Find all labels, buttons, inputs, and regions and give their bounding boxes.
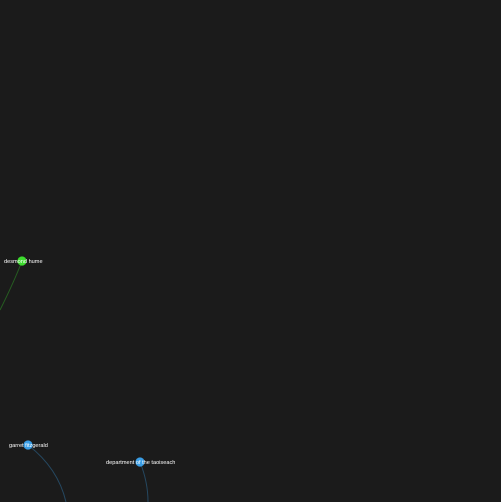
graph-canvas[interactable]: desmond hume garret fitzgerald departmen… (0, 0, 501, 502)
node-department-of-the-taoiseach[interactable]: department of the taoiseach (106, 457, 175, 467)
node-desmond-hume[interactable]: desmond hume (4, 256, 43, 266)
nodes-layer: desmond hume garret fitzgerald departmen… (4, 256, 175, 467)
edge-department-of-the-taoiseach (139, 461, 149, 502)
edge-desmond-hume (0, 260, 23, 311)
network-graph[interactable]: desmond hume garret fitzgerald departmen… (0, 0, 501, 502)
edge-garret-fitzgerald (27, 444, 67, 502)
node-garret-fitzgerald[interactable]: garret fitzgerald (9, 440, 48, 450)
node-label: desmond hume (4, 259, 43, 265)
node-label: garret fitzgerald (9, 443, 48, 449)
node-label: department of the taoiseach (106, 460, 175, 466)
